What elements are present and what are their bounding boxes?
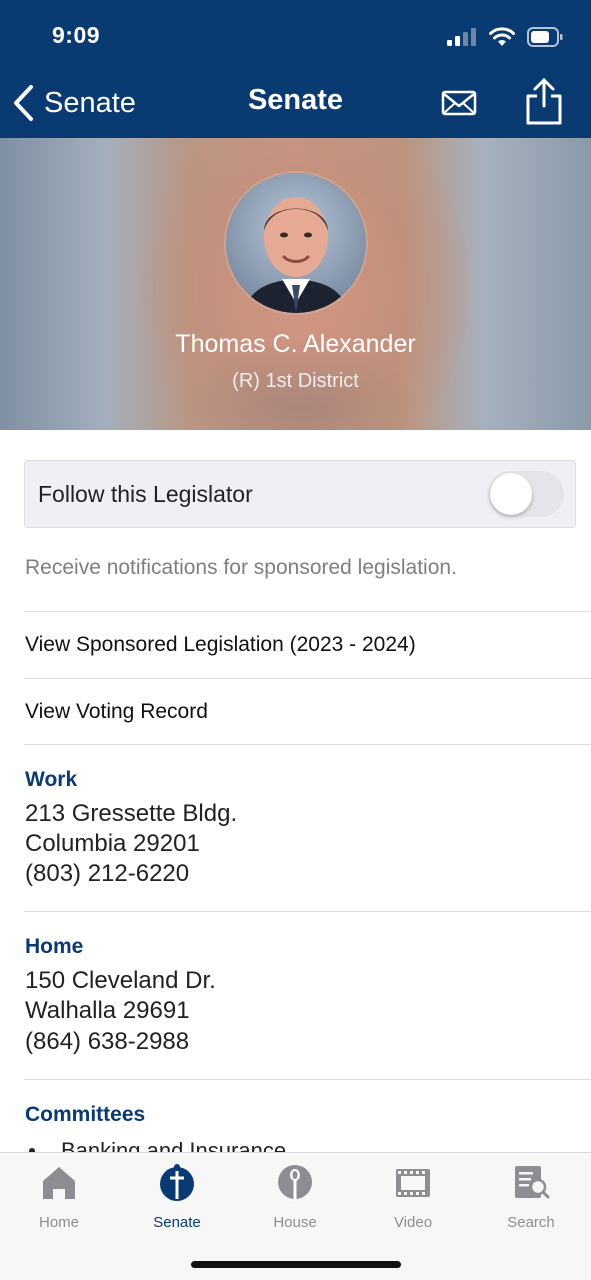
home-phone[interactable]: (864) 638-2988 (25, 1028, 189, 1056)
home-indicator[interactable] (191, 1261, 401, 1268)
chevron-left-icon (14, 85, 33, 121)
divider (24, 611, 591, 612)
home-address-line2: Walhalla 29691 (25, 997, 190, 1024)
mail-icon (441, 90, 477, 116)
divider (24, 1079, 591, 1080)
tab-home-label: Home (38, 1214, 79, 1231)
status-icons (447, 26, 563, 48)
tab-home[interactable]: Home (0, 1163, 118, 1241)
home-address-line1: 150 Cleveland Dr. (25, 967, 216, 994)
tab-video[interactable]: Video (354, 1163, 472, 1241)
tab-video-label: Video (393, 1214, 433, 1231)
legislator-header: Thomas C. Alexander (R) 1st District (0, 138, 591, 430)
follow-legislator-row: Follow this Legislator (24, 460, 576, 528)
follow-toggle[interactable] (488, 471, 564, 517)
status-time: 9:09 (52, 22, 101, 48)
toggle-knob (490, 473, 532, 515)
home-section-title: Home (25, 935, 84, 958)
legislator-district: (R) 1st District (232, 370, 359, 392)
wifi-icon (489, 27, 515, 46)
work-address-line2: Columbia 29201 (25, 830, 200, 857)
tab-search-label: Search (507, 1214, 555, 1231)
home-icon (43, 1167, 75, 1199)
cellular-signal-icon (447, 28, 476, 46)
divider (24, 744, 591, 745)
share-button[interactable] (524, 76, 564, 126)
voting-record-link[interactable]: View Voting Record (25, 680, 585, 744)
work-section-title: Work (25, 768, 78, 791)
divider (24, 678, 591, 679)
work-address-line1: 213 Gressette Bldg. (25, 800, 238, 827)
work-phone[interactable]: (803) 212-6220 (25, 860, 189, 888)
share-icon (526, 78, 562, 125)
sponsored-legislation-link[interactable]: View Sponsored Legislation (2023 - 2024) (25, 613, 585, 677)
top-bar: 9:09 Senate Senate (0, 0, 591, 138)
tab-house[interactable]: House (236, 1163, 354, 1241)
nav-bar: Senate Senate (0, 72, 591, 134)
divider (24, 911, 591, 912)
back-label: Senate (44, 86, 136, 119)
follow-label: Follow this Legislator (38, 481, 253, 507)
search-icon (515, 1166, 550, 1199)
tab-senate-label: Senate (153, 1214, 201, 1231)
tab-senate[interactable]: Senate (118, 1163, 236, 1241)
follow-note: Receive notifications for sponsored legi… (25, 556, 457, 579)
legislator-photo (226, 173, 366, 313)
email-button[interactable] (441, 86, 479, 120)
battery-icon (527, 27, 563, 47)
tab-search[interactable]: Search (472, 1163, 590, 1241)
video-icon (396, 1169, 430, 1197)
back-button[interactable]: Senate (12, 80, 136, 126)
legislator-name: Thomas C. Alexander (175, 330, 416, 358)
senate-icon (160, 1164, 194, 1201)
committees-section-title: Committees (25, 1103, 146, 1126)
house-icon (278, 1165, 312, 1201)
tab-house-label: House (273, 1214, 317, 1231)
